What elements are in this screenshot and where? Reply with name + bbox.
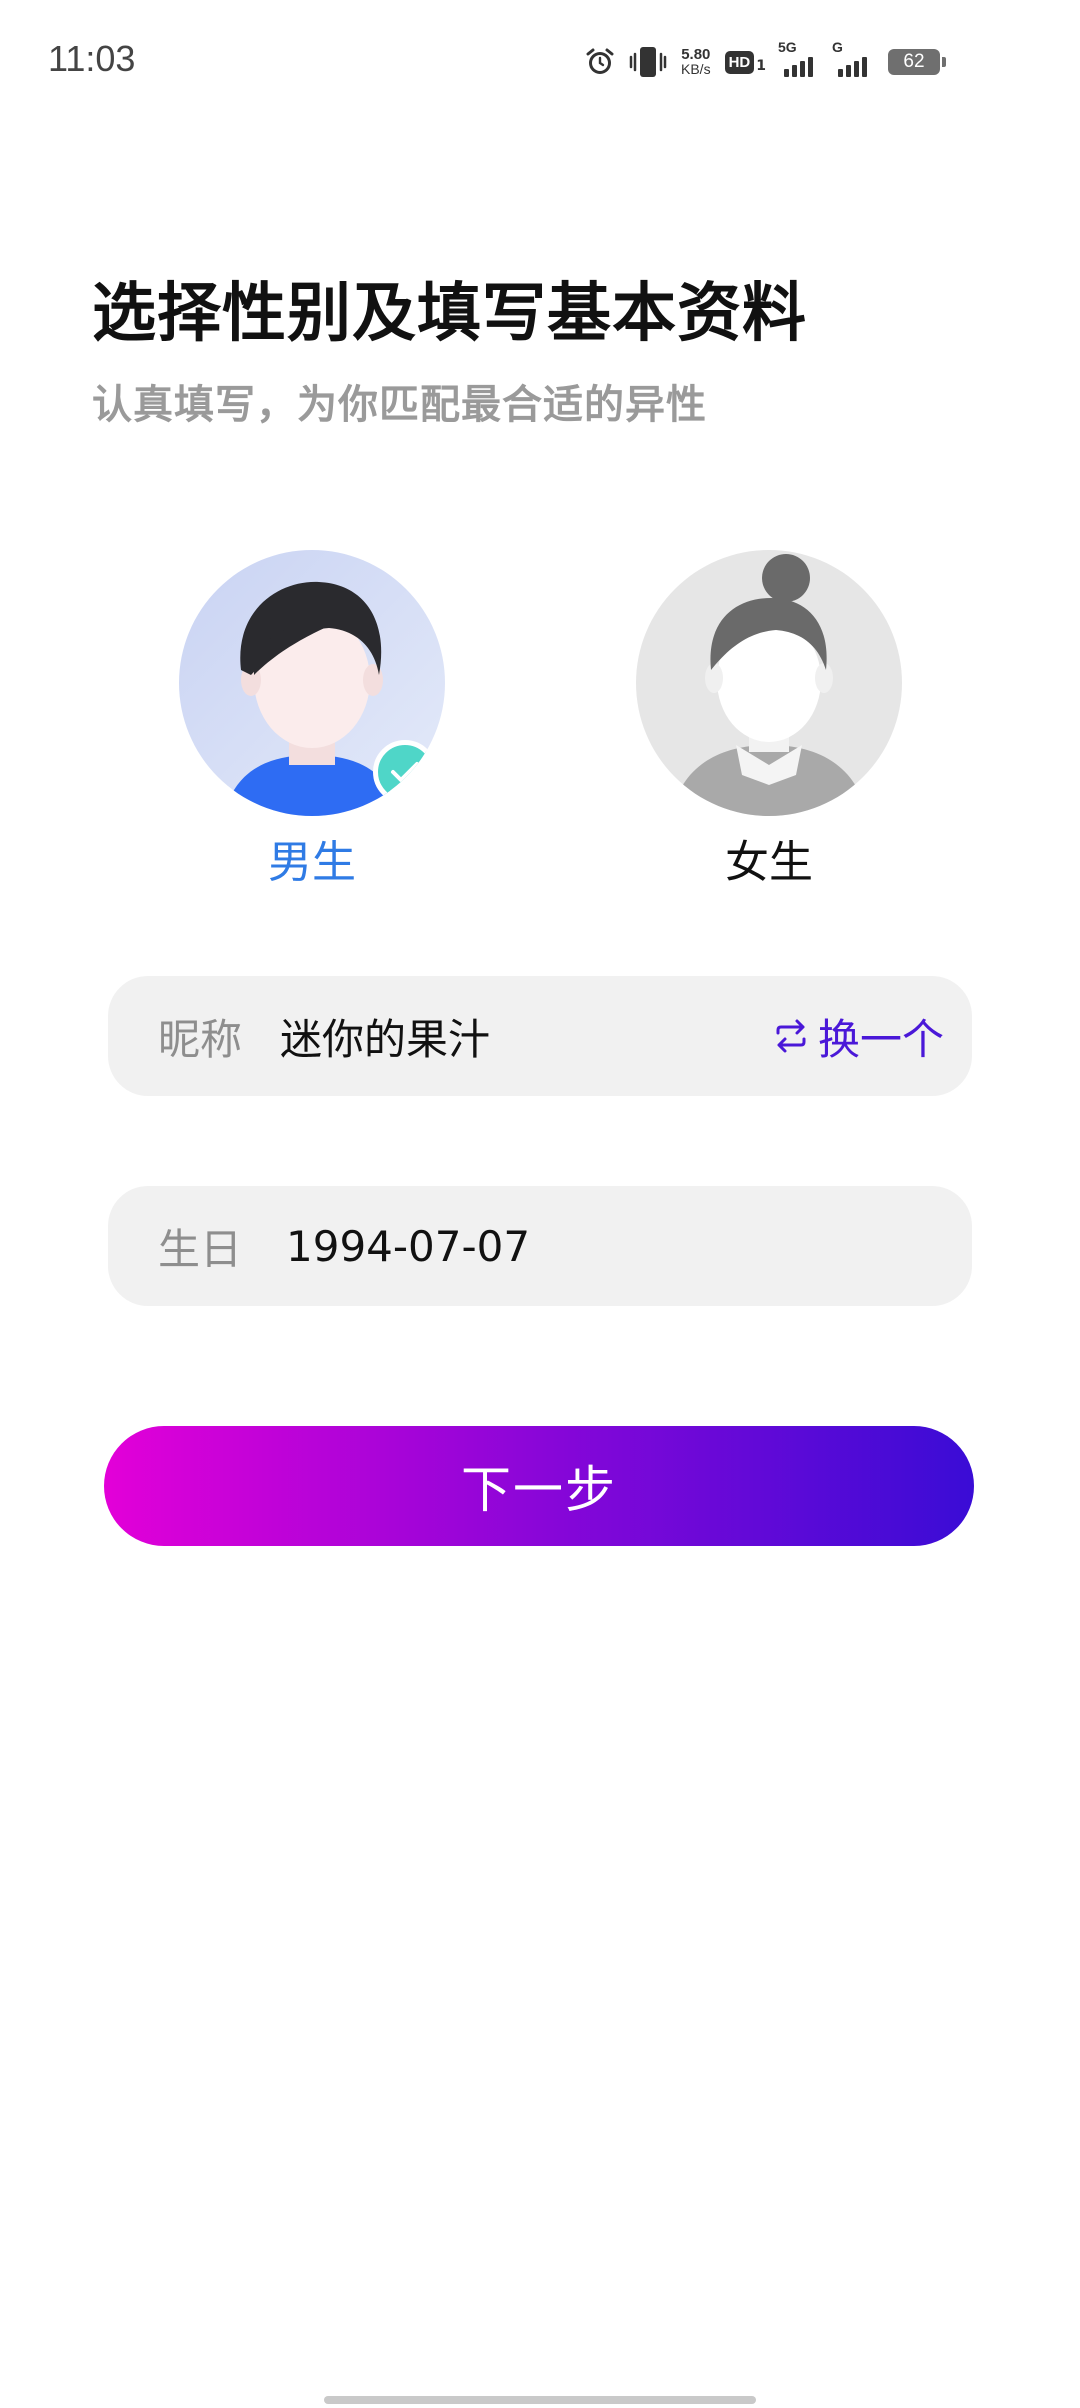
nickname-field[interactable]: 昵称 迷你的果汁 换一个: [108, 976, 972, 1096]
gender-label-male: 男生: [268, 837, 356, 888]
hd-indicator: HD 1: [724, 50, 766, 74]
nickname-label: 昵称: [158, 1014, 243, 1064]
female-avatar-image: [636, 550, 902, 816]
gender-option-male[interactable]: 男生: [179, 550, 445, 890]
birthday-value[interactable]: 1994-07-07: [286, 1222, 944, 1271]
signal-5g-icon: 5G: [778, 39, 820, 77]
status-icons: 5.80 KB/s HD 1 5G G 62: [585, 39, 946, 80]
swap-nickname-label: 换一个: [817, 1014, 944, 1064]
gender-label-female: 女生: [725, 837, 813, 888]
net-speed: 5.80 KB/s: [681, 46, 711, 77]
status-time: 11:03: [48, 38, 136, 79]
female-avatar: [636, 550, 902, 816]
home-indicator[interactable]: [324, 2396, 756, 2404]
alarm-icon: [586, 48, 614, 74]
signal-g-icon: G: [832, 39, 874, 77]
swap-nickname-button[interactable]: 换一个: [772, 1006, 944, 1067]
birthday-label: 生日: [158, 1224, 243, 1274]
page-title: 选择性别及填写基本资料: [92, 277, 807, 351]
birthday-field[interactable]: 生日 1994-07-07: [108, 1186, 972, 1306]
gender-option-female[interactable]: 女生: [636, 550, 902, 890]
status-bar: 11:03 5.80 KB/s HD 1 5G G 62: [0, 0, 1080, 120]
selected-check-icon: [373, 740, 437, 804]
battery-icon: 62: [888, 49, 946, 75]
vibrate-icon: [629, 47, 667, 77]
page-subtitle: 认真填写，为你匹配最合适的异性: [92, 382, 707, 428]
refresh-swap-icon: [776, 1019, 806, 1053]
hd-badge: HD: [724, 50, 755, 74]
next-button[interactable]: 下一步: [104, 1426, 974, 1546]
nickname-value[interactable]: 迷你的果汁: [280, 1006, 772, 1067]
male-avatar: [179, 550, 445, 816]
